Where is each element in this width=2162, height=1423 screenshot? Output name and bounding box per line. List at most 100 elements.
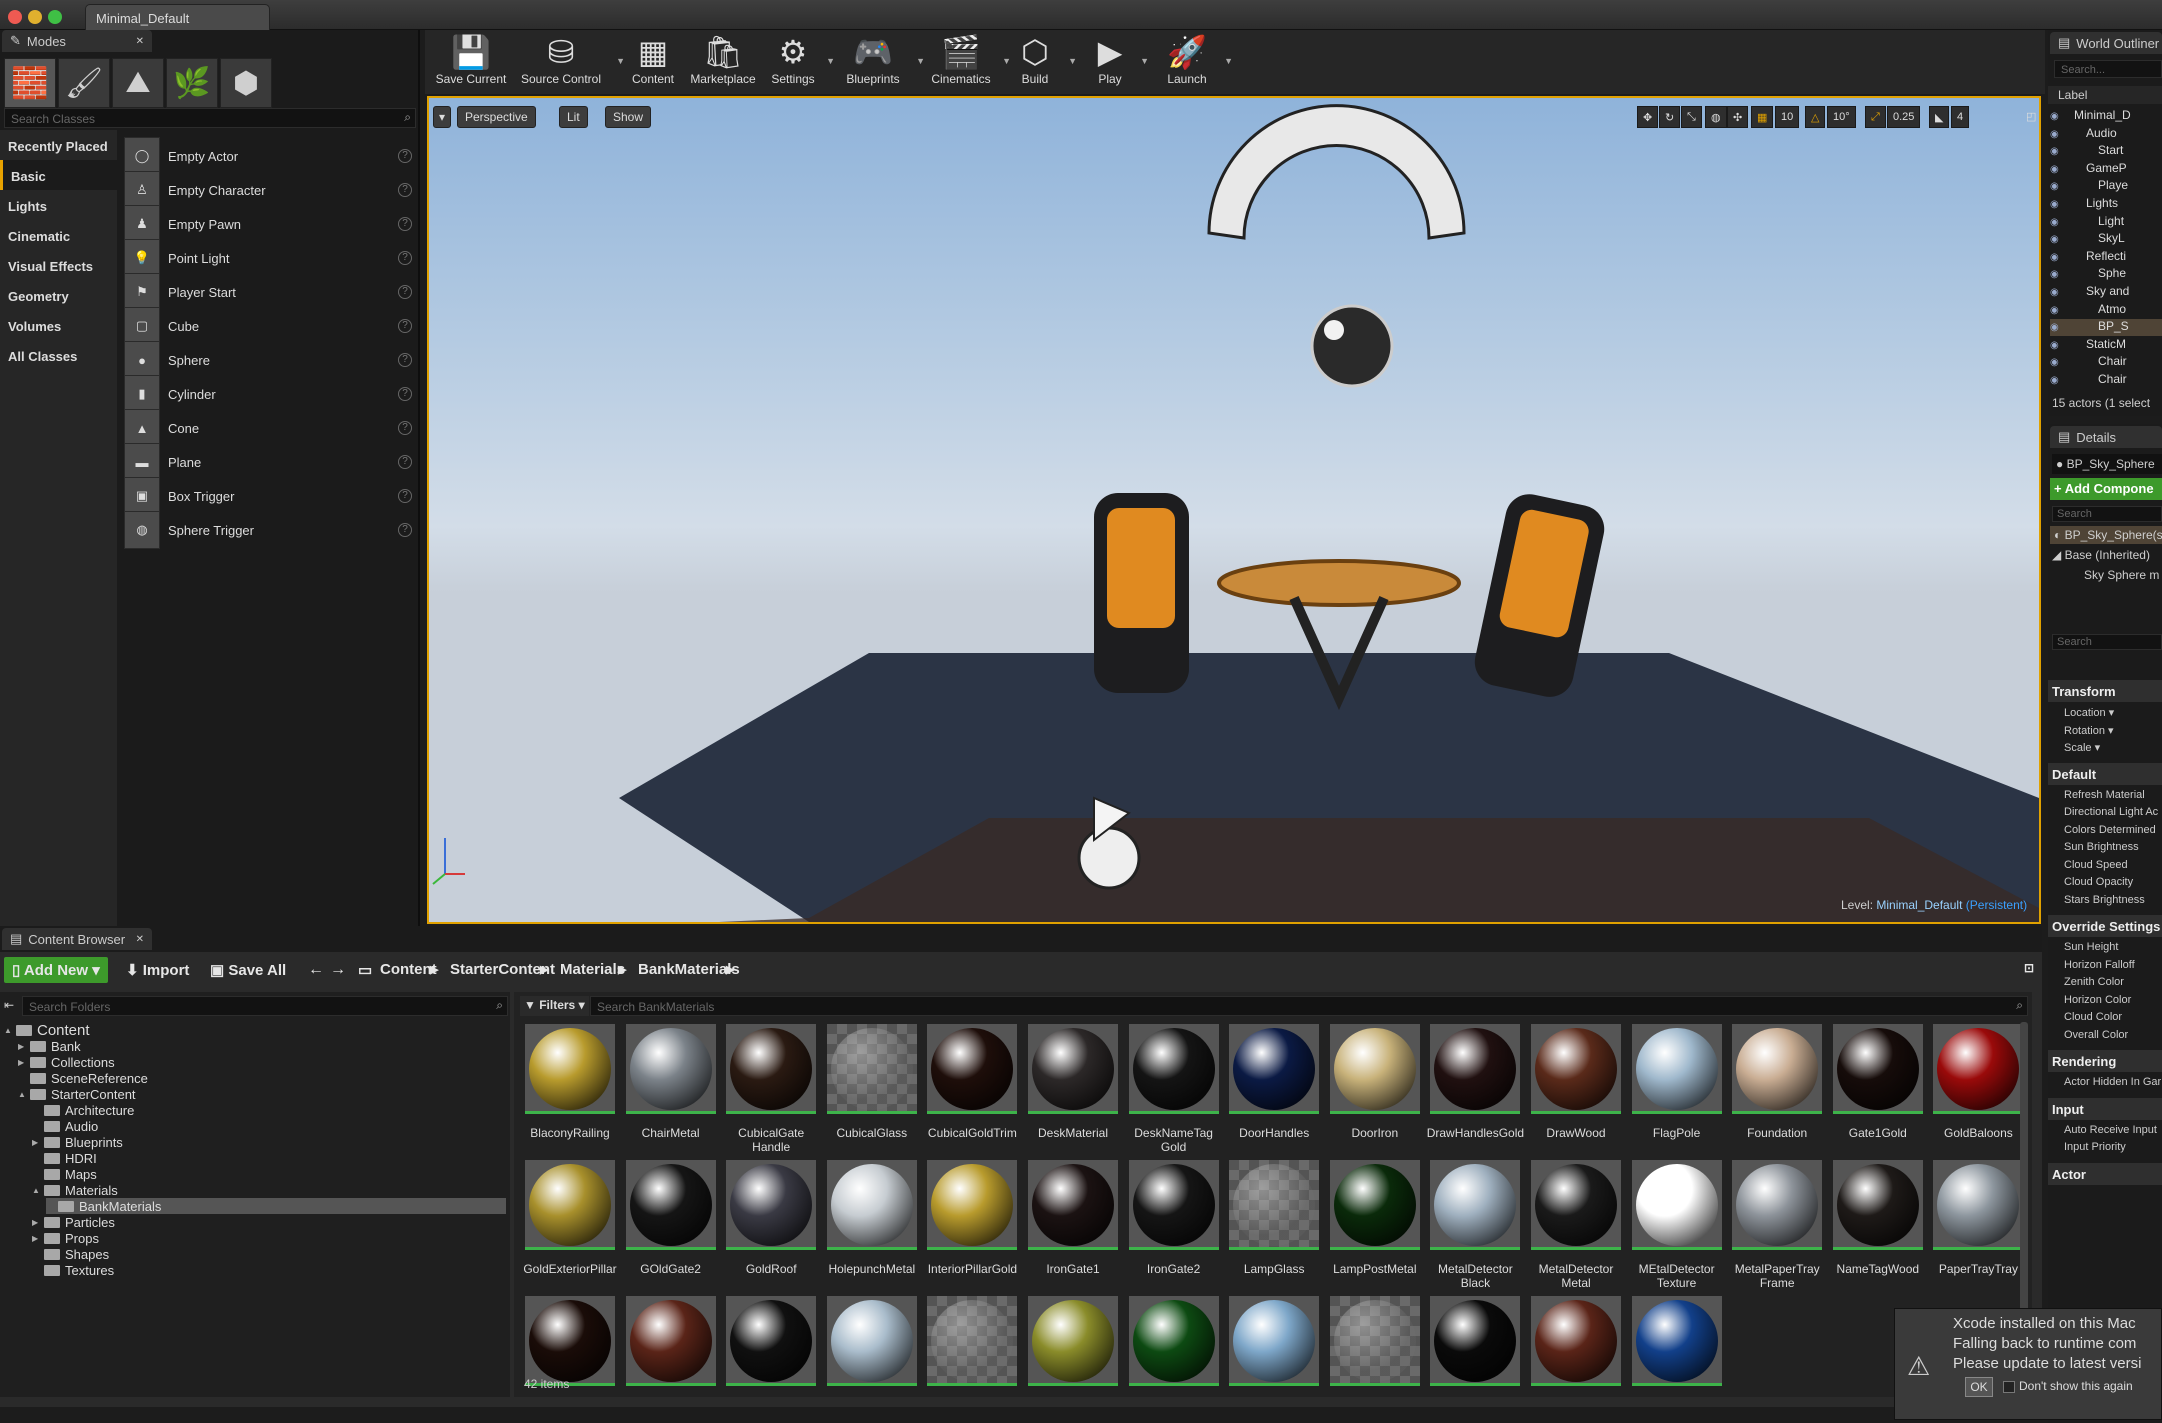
outliner-row[interactable]: ◉ Playe (2050, 178, 2162, 195)
help-icon[interactable]: ? (398, 319, 412, 333)
property-row[interactable]: Directional Light Ac (2048, 806, 2162, 818)
toolbar-content-button[interactable]: ▦ Content (625, 32, 681, 92)
help-icon[interactable]: ? (398, 251, 412, 265)
outliner-row[interactable]: ◉ Start (2050, 143, 2162, 160)
help-icon[interactable]: ? (398, 455, 412, 469)
actor-name-field[interactable]: ● BP_Sky_Sphere (2052, 454, 2162, 474)
rotation-snap-value[interactable]: 10° (1827, 106, 1856, 128)
category-recently-placed[interactable]: Recently Placed (0, 130, 117, 160)
folder-particles[interactable]: ▶ Particles (32, 1214, 115, 1230)
asset-tile[interactable] (621, 1294, 721, 1422)
asset-tile[interactable]: MetalDetector Black (1425, 1158, 1525, 1290)
asset-tile[interactable]: GoldBaloons (1928, 1022, 2028, 1150)
outliner-row[interactable]: ◉ Chair (2050, 372, 2162, 389)
property-row[interactable]: Cloud Opacity (2048, 876, 2162, 888)
property-row[interactable]: Cloud Color (2048, 1011, 2162, 1023)
asset-tile[interactable] (1124, 1294, 1224, 1422)
asset-tile[interactable] (520, 1294, 620, 1422)
viewport-options-dropdown[interactable]: ▾ (433, 106, 452, 128)
property-row[interactable]: Input Priority (2048, 1141, 2162, 1153)
outliner-search-input[interactable]: Search... (2054, 60, 2162, 78)
rotate-tool-icon[interactable]: ↻ (1659, 106, 1681, 128)
asset-tile[interactable] (1325, 1294, 1425, 1422)
asset-tile[interactable]: Gate1Gold (1828, 1022, 1928, 1150)
outliner-row[interactable]: ◉ Lights (2050, 196, 2162, 213)
asset-tile[interactable] (1425, 1294, 1525, 1422)
visibility-eye-icon[interactable]: ◉ (2050, 217, 2062, 228)
perspective-button[interactable]: Perspective (457, 106, 536, 128)
help-icon[interactable]: ? (398, 285, 412, 299)
place-mode-icon[interactable]: 🧱 (4, 58, 56, 108)
geometry-mode-icon[interactable]: ⬢ (220, 58, 272, 108)
camera-speed-icon[interactable]: ◣ (1929, 106, 1950, 128)
property-row[interactable]: Stars Brightness (2048, 894, 2162, 906)
tree-arrow-icon[interactable]: ▲ (18, 1090, 30, 1099)
property-row[interactable]: Auto Receive Input (2048, 1124, 2162, 1136)
category-basic[interactable]: Basic (0, 160, 117, 190)
folder-maps[interactable]: Maps (32, 1166, 97, 1182)
breadcrumb-content[interactable]: Content (380, 961, 437, 978)
level-viewport[interactable]: ▾ Perspective Lit Show ✥ ↻ ⤡ ◍ ✣ ▦ 10 △ … (427, 96, 2041, 924)
scale-tool-icon[interactable]: ⤡ (1681, 106, 1702, 128)
asset-tile[interactable]: CubicalGlass (822, 1022, 922, 1150)
visibility-eye-icon[interactable]: ◉ (2050, 146, 2062, 157)
toolbar-blueprints-button[interactable]: 🎮 Blueprints ▼ (835, 32, 925, 92)
asset-tile[interactable]: DeskMaterial (1023, 1022, 1123, 1150)
asset-tile[interactable] (1023, 1294, 1123, 1422)
lit-button[interactable]: Lit (559, 106, 588, 128)
category-geometry[interactable]: Geometry (0, 280, 117, 310)
folder-bank[interactable]: ▶ Bank (18, 1038, 81, 1054)
add-component-button[interactable]: + Add Compone (2050, 478, 2162, 500)
world-local-icon[interactable]: ◍ (1705, 106, 1727, 128)
chevron-down-icon[interactable]: ▼ (826, 56, 835, 66)
outliner-row[interactable]: ◉ Audio (2050, 126, 2162, 143)
foliage-mode-icon[interactable]: 🌿 (166, 58, 218, 108)
folder-scenereference[interactable]: SceneReference (18, 1070, 148, 1086)
sky-sphere-mesh-row[interactable]: Sky Sphere m (2084, 568, 2159, 582)
add-new-button[interactable]: ▯ Add New ▾ (4, 957, 108, 983)
level-tab[interactable]: Minimal_Default (85, 4, 270, 30)
outliner-row[interactable]: ◉ Chair (2050, 354, 2162, 371)
asset-tile[interactable]: BlaconyRailing (520, 1022, 620, 1150)
toolbar-build-button[interactable]: ⬡ Build ▼ (1007, 32, 1077, 92)
visibility-eye-icon[interactable]: ◉ (2050, 164, 2062, 175)
asset-tile[interactable]: PaperTrayTray (1928, 1158, 2028, 1286)
lock-icon[interactable]: ⊡ (2016, 957, 2042, 983)
outliner-row[interactable]: ◉ Minimal_D (2050, 108, 2162, 125)
asset-tile[interactable]: CubicalGoldTrim (922, 1022, 1022, 1150)
asset-tile[interactable]: NameTagWood (1828, 1158, 1928, 1286)
folder-content[interactable]: ▲ Content (4, 1022, 90, 1039)
section-transform[interactable]: Transform (2048, 680, 2162, 702)
visibility-eye-icon[interactable]: ◉ (2050, 181, 2062, 192)
asset-tile[interactable]: FlagPole (1627, 1022, 1727, 1150)
asset-tile[interactable]: GoldRoof (721, 1158, 821, 1286)
tree-arrow-icon[interactable]: ▶ (32, 1234, 44, 1243)
grid-snap-value[interactable]: 10 (1775, 106, 1800, 128)
category-all-classes[interactable]: All Classes (0, 340, 117, 370)
property-row[interactable]: Refresh Material (2048, 789, 2162, 801)
asset-tile[interactable]: GOldGate2 (621, 1158, 721, 1286)
outliner-row[interactable]: ◉ Sky and (2050, 284, 2162, 301)
outliner-row[interactable]: ◉ Sphe (2050, 266, 2162, 283)
sources-toggle-icon[interactable]: ⇤ (4, 998, 14, 1012)
translate-tool-icon[interactable]: ✥ (1637, 106, 1659, 128)
folder-collections[interactable]: ▶ Collections (18, 1054, 115, 1070)
grid-snap-icon[interactable]: ▦ (1751, 106, 1774, 128)
help-icon[interactable]: ? (398, 353, 412, 367)
help-icon[interactable]: ? (398, 183, 412, 197)
visibility-eye-icon[interactable]: ◉ (2050, 305, 2062, 316)
visibility-eye-icon[interactable]: ◉ (2050, 340, 2062, 351)
search-folders-input[interactable]: Search Folders ⌕ (22, 996, 508, 1016)
asset-tile[interactable]: IronGate2 (1124, 1158, 1224, 1286)
visibility-eye-icon[interactable]: ◉ (2050, 287, 2062, 298)
folder-textures[interactable]: Textures (32, 1262, 114, 1278)
category-cinematic[interactable]: Cinematic (0, 220, 117, 250)
help-icon[interactable]: ? (398, 217, 412, 231)
category-lights[interactable]: Lights (0, 190, 117, 220)
tree-arrow-icon[interactable]: ▶ (18, 1058, 30, 1067)
property-row[interactable]: Horizon Color (2048, 994, 2162, 1006)
minimize-window-button[interactable] (28, 10, 42, 24)
asset-tile[interactable]: LampGlass (1224, 1158, 1324, 1286)
section-input[interactable]: Input (2048, 1097, 2162, 1120)
asset-tile[interactable]: Foundation (1727, 1022, 1827, 1150)
